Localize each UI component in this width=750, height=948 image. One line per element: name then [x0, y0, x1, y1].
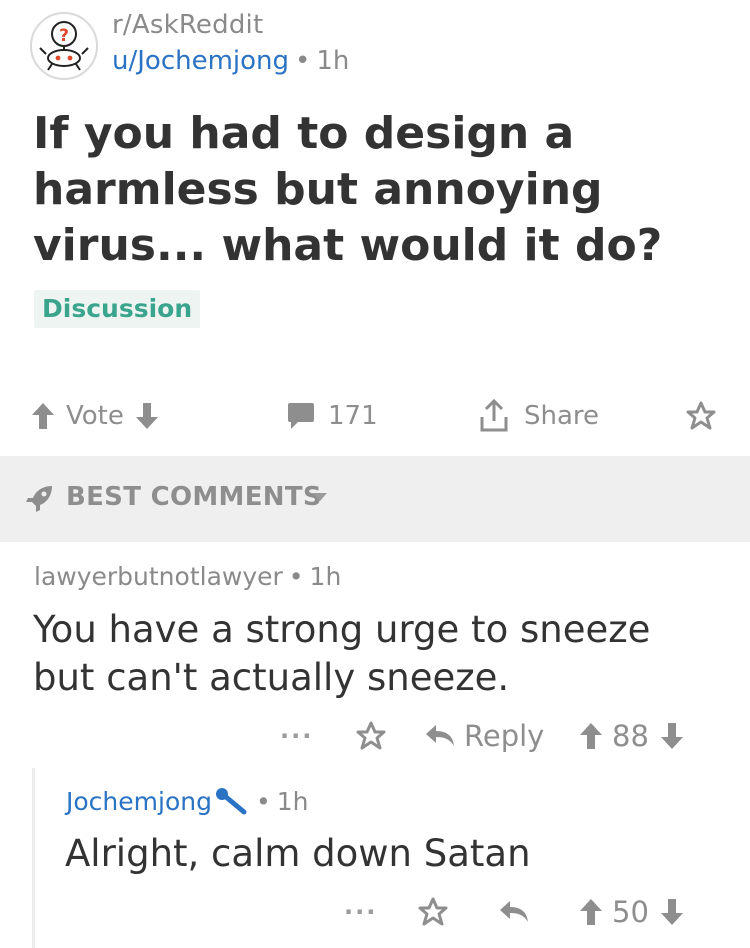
upvote-arrow-icon[interactable]: [578, 721, 604, 751]
post-title: If you had to design a harmless but anno…: [33, 108, 663, 271]
chevron-down-icon: [313, 493, 327, 501]
comment-author[interactable]: lawyerbutnotlawyer: [34, 562, 283, 591]
save-star-icon: [418, 897, 448, 926]
reply-arrow-icon: [426, 725, 454, 746]
vote-label: Vote: [66, 401, 124, 431]
downvote-arrow-icon[interactable]: [659, 721, 685, 751]
reply-arrow-icon: [500, 901, 528, 922]
save-comment-button[interactable]: [354, 712, 388, 760]
share-button[interactable]: Share: [478, 386, 599, 446]
rocket-icon: [26, 486, 52, 512]
post-meta: u/Jochemjong • 1h: [112, 46, 349, 76]
reply-author[interactable]: Jochemjong: [66, 787, 212, 816]
reply-meta: Jochemjong • 1h: [66, 786, 308, 816]
more-options-button[interactable]: ···: [344, 888, 377, 936]
reply-button[interactable]: Reply: [424, 712, 544, 760]
comment-vote-control: 50: [578, 888, 685, 936]
comment-age: 1h: [309, 562, 342, 591]
vote-control: Vote: [30, 386, 160, 446]
microphone-icon: [215, 788, 247, 815]
downvote-arrow-icon[interactable]: [659, 897, 685, 927]
meta-separator: •: [288, 562, 304, 591]
reply-action-bar: ··· 50: [0, 888, 750, 936]
post-author[interactable]: u/Jochemjong: [112, 46, 289, 76]
share-label: Share: [524, 401, 600, 431]
reply-body: Alright, calm down Satan: [65, 832, 531, 875]
comment-score: 50: [612, 895, 649, 929]
post-action-bar: Vote 171 Share: [0, 386, 750, 446]
comment-meta: lawyerbutnotlawyer • 1h: [34, 562, 341, 591]
share-icon: [480, 399, 508, 432]
comments-button[interactable]: 171: [286, 386, 378, 446]
downvote-arrow-icon[interactable]: [134, 401, 160, 431]
reply-label: Reply: [464, 719, 545, 753]
reply-button[interactable]: [498, 888, 530, 936]
upvote-arrow-icon[interactable]: [578, 897, 604, 927]
more-options-icon: ···: [344, 898, 378, 926]
save-star-icon: [356, 721, 386, 750]
comment-body: You have a strong urge to sneeze but can…: [33, 608, 651, 699]
sort-label: BEST COMMENTS: [66, 482, 322, 512]
save-star-icon: [686, 401, 716, 430]
meta-separator: •: [255, 786, 271, 816]
svg-text:?: ?: [59, 26, 69, 46]
comment-sort-bar[interactable]: BEST COMMENTS: [0, 456, 750, 542]
more-options-button[interactable]: ···: [280, 712, 313, 760]
comment-action-bar: ··· Reply 88: [0, 712, 750, 760]
subreddit-avatar[interactable]: ?: [30, 12, 98, 80]
save-post-button[interactable]: [684, 386, 718, 446]
reply-age: 1h: [276, 786, 309, 816]
post-age: 1h: [316, 46, 350, 76]
more-options-icon: ···: [280, 722, 314, 750]
subreddit-name[interactable]: r/AskReddit: [112, 10, 263, 40]
meta-separator: •: [295, 46, 311, 76]
post-header: ? r/AskReddit u/Jochemjong • 1h: [0, 0, 750, 90]
comment-vote-control: 88: [578, 712, 685, 760]
post-flair[interactable]: Discussion: [34, 290, 201, 328]
comment-score: 88: [612, 719, 649, 753]
comment-bubble-icon: [288, 403, 314, 429]
askreddit-snoo-icon: ?: [39, 21, 89, 71]
upvote-arrow-icon[interactable]: [30, 401, 56, 431]
comment-count: 171: [328, 401, 378, 431]
save-comment-button[interactable]: [416, 888, 450, 936]
